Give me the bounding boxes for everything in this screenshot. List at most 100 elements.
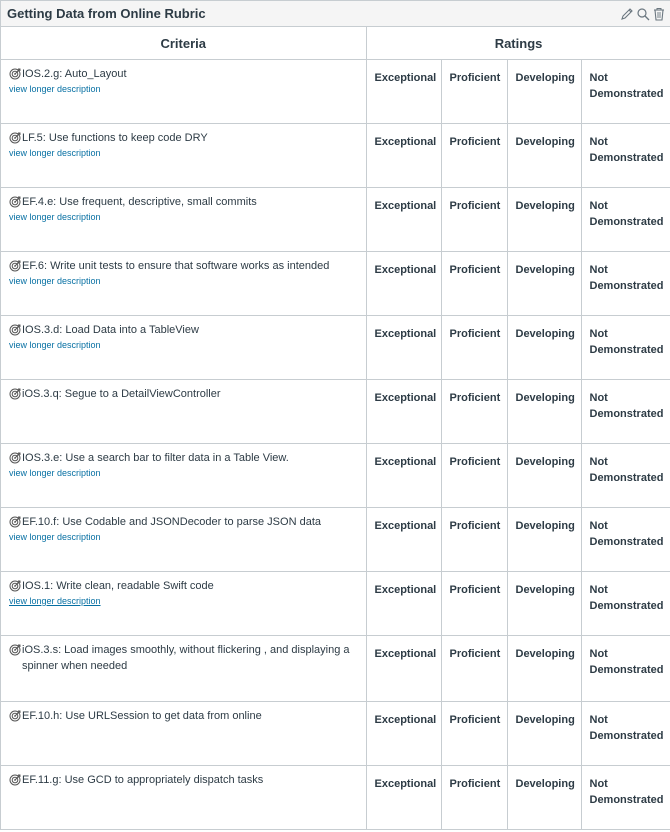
criterion-text: LF.5: Use functions to keep code DRY — [22, 132, 208, 144]
outcome-target-icon — [9, 132, 21, 144]
view-longer-description-link[interactable]: view longer description — [9, 147, 358, 159]
rating-cell[interactable]: Developing — [507, 571, 582, 636]
table-row: IOS.3.d: Load Data into a TableView view … — [1, 315, 670, 380]
rating-cell[interactable]: Proficient — [441, 635, 508, 702]
outcome-target-icon — [9, 196, 21, 208]
rating-cell[interactable]: Not Demonstrated — [581, 123, 670, 188]
rating-cell[interactable]: Proficient — [441, 765, 508, 830]
rating-cell[interactable]: Not Demonstrated — [581, 701, 670, 766]
rating-cell[interactable]: Developing — [507, 59, 582, 124]
rating-cell[interactable]: Developing — [507, 251, 582, 316]
criterion-line: IOS.2.g: Auto_Layout — [9, 66, 358, 82]
rating-cell[interactable]: Developing — [507, 635, 582, 702]
criterion-cell: EF.6: Write unit tests to ensure that so… — [1, 251, 367, 316]
rating-cell[interactable]: Exceptional — [366, 379, 442, 444]
criterion-text: iOS.3.s: Load images smoothly, without f… — [22, 644, 350, 672]
criterion-line: IOS.3.d: Load Data into a TableView — [9, 322, 358, 338]
rubric-table: Criteria Ratings IOS.2.g: Auto_Layout vie… — [1, 27, 670, 830]
criterion-line: LF.5: Use functions to keep code DRY — [9, 130, 358, 146]
rating-cell[interactable]: Developing — [507, 379, 582, 444]
rating-cell[interactable]: Proficient — [441, 379, 508, 444]
rating-cell[interactable]: Not Demonstrated — [581, 507, 670, 572]
rating-cell[interactable]: Developing — [507, 123, 582, 188]
table-row: EF.10.f: Use Codable and JSONDecoder to … — [1, 507, 670, 572]
criterion-cell: IOS.3.d: Load Data into a TableView view … — [1, 315, 367, 380]
outcome-target-icon — [9, 710, 21, 722]
rating-cell[interactable]: Developing — [507, 507, 582, 572]
trash-icon[interactable] — [652, 7, 666, 21]
rating-cell[interactable]: Developing — [507, 701, 582, 766]
outcome-target-icon — [9, 516, 21, 528]
rating-cell[interactable]: Developing — [507, 765, 582, 830]
rating-cell[interactable]: Not Demonstrated — [581, 379, 670, 444]
criterion-line: EF.10.h: Use URLSession to get data from… — [9, 708, 358, 724]
outcome-target-icon — [9, 644, 21, 656]
rating-cell[interactable]: Exceptional — [366, 635, 442, 702]
rating-cell[interactable]: Not Demonstrated — [581, 59, 670, 124]
rating-cell[interactable]: Proficient — [441, 507, 508, 572]
table-row: EF.10.h: Use URLSession to get data from… — [1, 701, 670, 766]
rating-cell[interactable]: Exceptional — [366, 187, 442, 252]
outcome-target-icon — [9, 452, 21, 464]
criterion-text: IOS.2.g: Auto_Layout — [22, 68, 127, 80]
rating-cell[interactable]: Proficient — [441, 123, 508, 188]
search-icon[interactable] — [636, 7, 650, 21]
view-longer-description-link[interactable]: view longer description — [9, 339, 358, 351]
rating-cell[interactable]: Proficient — [441, 187, 508, 252]
criterion-line: IOS.1: Write clean, readable Swift code — [9, 578, 358, 594]
rating-cell[interactable]: Not Demonstrated — [581, 187, 670, 252]
rating-cell[interactable]: Proficient — [441, 315, 508, 380]
criterion-text: EF.6: Write unit tests to ensure that so… — [22, 260, 330, 272]
rating-cell[interactable]: Proficient — [441, 251, 508, 316]
rubric-tools — [620, 7, 666, 21]
criterion-text: EF.10.h: Use URLSession to get data from… — [22, 710, 262, 722]
table-row: EF.4.e: Use frequent, descriptive, small… — [1, 187, 670, 252]
criterion-text: IOS.1: Write clean, readable Swift code — [22, 580, 214, 592]
rating-cell[interactable]: Exceptional — [366, 571, 442, 636]
rating-cell[interactable]: Proficient — [441, 571, 508, 636]
rating-cell[interactable]: Exceptional — [366, 59, 442, 124]
table-row: IOS.3.e: Use a search bar to filter data… — [1, 443, 670, 508]
view-longer-description-link[interactable]: view longer description — [9, 595, 358, 607]
rating-cell[interactable]: Proficient — [441, 701, 508, 766]
criterion-cell: EF.4.e: Use frequent, descriptive, small… — [1, 187, 367, 252]
criterion-line: EF.6: Write unit tests to ensure that so… — [9, 258, 358, 274]
rating-cell[interactable]: Exceptional — [366, 765, 442, 830]
view-longer-description-link[interactable]: view longer description — [9, 211, 358, 223]
rubric-rows: IOS.2.g: Auto_Layoutview longer descript… — [1, 59, 670, 830]
rating-cell[interactable]: Not Demonstrated — [581, 443, 670, 508]
outcome-target-icon — [9, 774, 21, 786]
rating-cell[interactable]: Exceptional — [366, 251, 442, 316]
criterion-cell: IOS.3.e: Use a search bar to filter data… — [1, 443, 367, 508]
table-row: iOS.3.s: Load images smoothly, without f… — [1, 635, 670, 702]
rating-cell[interactable]: Not Demonstrated — [581, 315, 670, 380]
rating-cell[interactable]: Developing — [507, 443, 582, 508]
edit-icon[interactable] — [620, 7, 634, 21]
view-longer-description-link[interactable]: view longer description — [9, 83, 358, 95]
rating-cell[interactable]: Exceptional — [366, 315, 442, 380]
criterion-text: EF.11.g: Use GCD to appropriately dispat… — [22, 774, 264, 786]
rating-cell[interactable]: Proficient — [441, 59, 508, 124]
rating-cell[interactable]: Not Demonstrated — [581, 765, 670, 830]
rating-cell[interactable]: Exceptional — [366, 443, 442, 508]
rating-cell[interactable]: Exceptional — [366, 701, 442, 766]
criterion-line: EF.10.f: Use Codable and JSONDecoder to … — [9, 514, 358, 530]
criterion-line: iOS.3.q: Segue to a DetailViewController — [9, 386, 358, 402]
outcome-target-icon — [9, 260, 21, 272]
rating-cell[interactable]: Exceptional — [366, 123, 442, 188]
table-row: LF.5: Use functions to keep code DRY view… — [1, 123, 670, 188]
rating-cell[interactable]: Not Demonstrated — [581, 571, 670, 636]
criterion-cell: iOS.3.q: Segue to a DetailViewController — [1, 379, 367, 444]
rating-cell[interactable]: Proficient — [441, 443, 508, 508]
criterion-cell: iOS.3.s: Load images smoothly, without f… — [1, 635, 367, 702]
criterion-text: EF.10.f: Use Codable and JSONDecoder to … — [22, 516, 321, 528]
rubric-title-bar: Getting Data from Online Rubric — [1, 0, 670, 27]
view-longer-description-link[interactable]: view longer description — [9, 467, 358, 479]
view-longer-description-link[interactable]: view longer description — [9, 531, 358, 543]
rating-cell[interactable]: Developing — [507, 315, 582, 380]
rating-cell[interactable]: Not Demonstrated — [581, 635, 670, 702]
rating-cell[interactable]: Exceptional — [366, 507, 442, 572]
rating-cell[interactable]: Not Demonstrated — [581, 251, 670, 316]
rating-cell[interactable]: Developing — [507, 187, 582, 252]
view-longer-description-link[interactable]: view longer description — [9, 275, 358, 287]
